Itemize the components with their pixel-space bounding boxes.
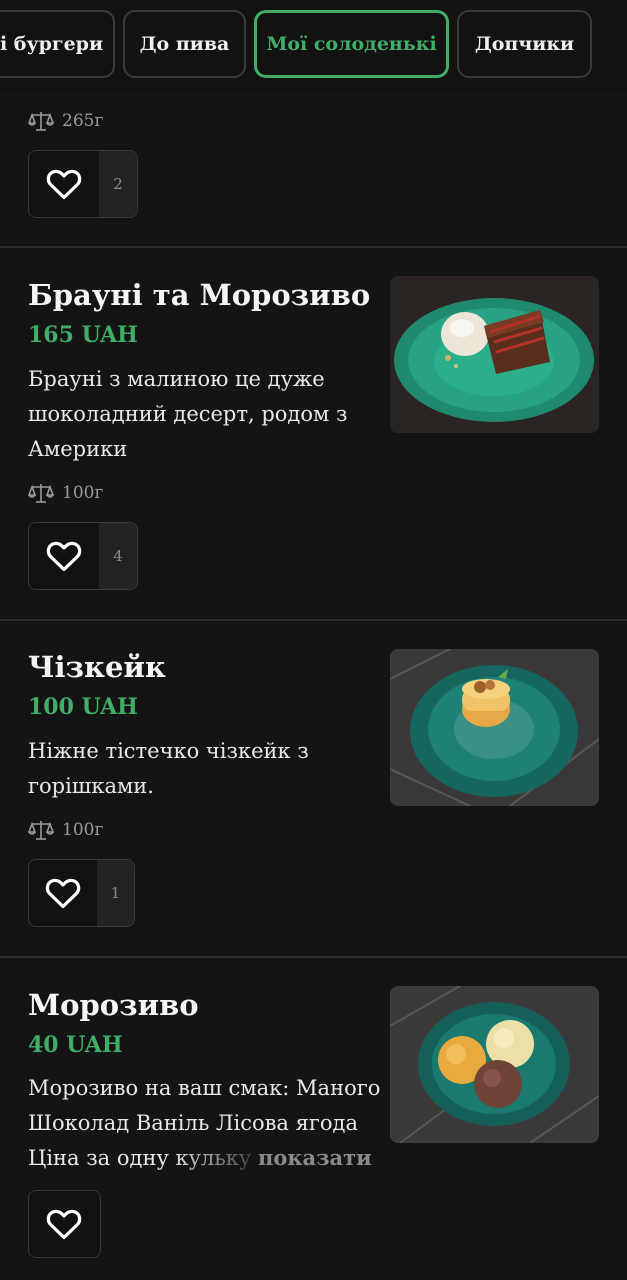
like-button[interactable] <box>29 1191 99 1257</box>
description-line: Америки <box>28 437 128 461</box>
item-title: Чізкейк <box>28 650 166 684</box>
item-separator <box>0 246 627 248</box>
item-separator <box>0 619 627 621</box>
item-like-box <box>28 1190 101 1258</box>
description-line: Шоколад Ваніль Лісова ягода <box>28 1111 358 1135</box>
item-title: Морозиво <box>28 988 199 1022</box>
tab-label: Допчики <box>474 33 575 55</box>
description-line: Морозиво на ваш смак: Маного <box>28 1076 381 1100</box>
weight-value: 100г <box>62 483 104 503</box>
description-line: горішками. <box>28 774 154 798</box>
description-line: Ніжне тістечко чізкейк з <box>28 739 309 763</box>
like-button[interactable] <box>29 860 98 926</box>
item-description: Брауні з малиною це дуже шоколадний десе… <box>28 362 368 467</box>
item-like-box: 4 <box>28 522 138 590</box>
item-weight: 100г <box>28 819 103 841</box>
heart-icon <box>45 878 81 909</box>
tab-my-sweets[interactable]: Мої солоденькі <box>254 10 449 78</box>
category-tabs: і бургери До пива Мої солоденькі Допчики <box>0 0 627 92</box>
heart-icon <box>46 1209 82 1240</box>
description-line: шоколадний десерт, родом з <box>28 402 348 426</box>
weight-value: 100г <box>62 820 104 840</box>
tab-label: Мої солоденькі <box>266 33 437 55</box>
item-title: Брауні та Морозиво <box>28 278 371 312</box>
item-price: 165 UAH <box>28 322 138 348</box>
tab-label: До пива <box>139 33 230 55</box>
prev-item-like-box: 2 <box>28 150 138 218</box>
brownie-with-ice-cream-photo[interactable] <box>390 276 599 433</box>
scale-icon <box>28 821 54 840</box>
item-like-box: 1 <box>28 859 135 927</box>
like-count: 2 <box>99 151 137 217</box>
description-line: Брауні з малиною це дуже <box>28 367 325 391</box>
description-fade <box>170 1141 260 1176</box>
item-weight: 100г <box>28 482 103 504</box>
tab-extras[interactable]: Допчики <box>457 10 592 78</box>
scale-icon <box>28 112 54 131</box>
item-description: Ніжне тістечко чізкейк з горішками. <box>28 734 368 804</box>
item-price: 40 UAH <box>28 1032 123 1058</box>
weight-value: 265г <box>62 111 104 131</box>
scale-icon <box>28 484 54 503</box>
like-count: 4 <box>99 523 137 589</box>
like-button[interactable] <box>29 523 99 589</box>
like-button[interactable] <box>29 151 99 217</box>
prev-item-weight: 265г <box>28 110 103 132</box>
cheesecake-photo[interactable] <box>390 649 599 806</box>
item-price: 100 UAH <box>28 694 138 720</box>
ice-cream-scoops-photo[interactable] <box>390 986 599 1143</box>
like-count: 1 <box>97 860 134 926</box>
tab-to-beer[interactable]: До пива <box>123 10 246 78</box>
item-separator <box>0 956 627 958</box>
tab-burgers[interactable]: і бургери <box>0 10 115 78</box>
show-more-link[interactable]: показати <box>258 1145 372 1170</box>
heart-icon <box>46 169 82 200</box>
tab-label: і бургери <box>0 33 104 55</box>
heart-icon <box>46 541 82 572</box>
